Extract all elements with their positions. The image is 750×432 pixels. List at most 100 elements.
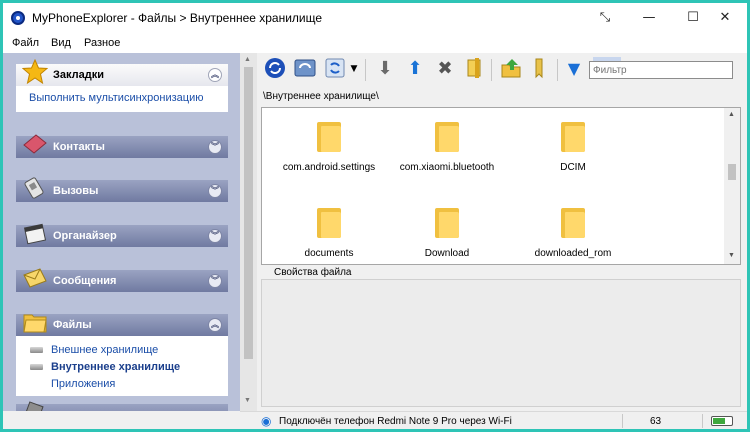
folder-icon (23, 314, 47, 333)
menu-file[interactable]: Файл (12, 37, 39, 49)
folder-item[interactable]: DCIM (508, 122, 638, 173)
sidebar-item-internal-storage[interactable]: Внутреннее хранилище (51, 361, 180, 373)
chevron-down-icon[interactable]: ︾ (208, 184, 222, 198)
filter-input[interactable] (589, 61, 733, 79)
folder-item[interactable]: documents (264, 208, 394, 259)
sidebar-header-label: Закладки (53, 69, 105, 81)
files-panel: Внешнее хранилище Внутреннее хранилище П… (16, 336, 228, 396)
minimize-button[interactable]: — (627, 3, 671, 33)
sidebar-header-label: Контакты (53, 141, 105, 153)
status-count: 63 (650, 416, 662, 427)
new-folder-icon (501, 59, 521, 78)
scroll-up-icon[interactable]: ▲ (244, 56, 251, 63)
rename-button[interactable] (463, 57, 487, 81)
folder-icon (561, 122, 585, 152)
connection-status: Подключён телефон Redmi Note 9 Pro через… (279, 416, 512, 427)
folder-icon (435, 122, 459, 152)
bookmarks-panel: Выполнить мультисинхронизацию (16, 86, 228, 112)
sidebar-header-files[interactable]: Файлы ︽ (16, 314, 228, 336)
resize-button[interactable]: ⤡ (583, 3, 627, 33)
window-title: MyPhoneExplorer - Файлы > Внутреннее хра… (32, 11, 323, 25)
sidebar-item-external-storage[interactable]: Внешнее хранилище (51, 344, 158, 356)
download-icon[interactable]: ⬇ (373, 57, 397, 81)
sidebar-header-label: Вызовы (53, 185, 99, 197)
envelope-icon (23, 268, 47, 288)
bookmark-icon (535, 58, 543, 79)
file-properties-panel (261, 279, 741, 407)
drive-icon (30, 364, 43, 370)
chevron-up-icon[interactable]: ︽ (208, 318, 222, 332)
menu-bar: Файл Вид Разное (3, 33, 747, 53)
battery-icon (711, 416, 733, 426)
chevron-down-icon[interactable]: ︾ (208, 140, 222, 154)
folder-name: com.xiaomi.bluetooth (399, 162, 495, 173)
breadcrumb: \Внутреннее хранилище\ (263, 91, 379, 102)
bookmark-button[interactable] (529, 57, 553, 81)
app-window: MyPhoneExplorer - Файлы > Внутреннее хра… (3, 3, 747, 429)
filter-icon[interactable]: ▼ (562, 57, 586, 81)
file-list[interactable]: com.android.settings com.xiaomi.bluetoot… (261, 107, 741, 265)
sidebar-header-bookmarks[interactable]: Закладки ︽ (16, 59, 228, 86)
menu-view[interactable]: Вид (51, 37, 71, 49)
sidebar-item-applications[interactable]: Приложения (51, 378, 115, 390)
folder-name: documents (304, 248, 354, 259)
upload-icon[interactable]: ⬆ (403, 57, 427, 81)
phone-calls-icon (24, 177, 44, 199)
dropdown-arrow-icon[interactable]: ▼ (348, 57, 360, 81)
multisync-link[interactable]: Выполнить мультисинхронизацию (29, 92, 204, 104)
folder-item[interactable]: Download (382, 208, 512, 259)
file-properties-label: Свойства файла (274, 267, 352, 278)
battery-level (713, 418, 725, 424)
status-divider (702, 414, 703, 428)
toolbar-separator (491, 59, 492, 81)
chevron-up-icon[interactable]: ︽ (208, 68, 222, 82)
status-bar: ◉ Подключён телефон Redmi Note 9 Pro чер… (240, 411, 747, 429)
folder-icon (435, 208, 459, 238)
drive-icon (30, 347, 43, 353)
file-list-scrollbar[interactable]: ▲ ▼ (724, 108, 740, 264)
folder-name: com.android.settings (282, 162, 376, 173)
sync-button[interactable] (263, 57, 287, 81)
folder-icon (317, 208, 341, 238)
toolbar-separator (557, 59, 558, 81)
toolbar: ▼ ⬇ ⬆ ✖ ▼ (259, 53, 747, 87)
close-button[interactable]: ✕ (703, 3, 747, 33)
title-bar: MyPhoneExplorer - Файлы > Внутреннее хра… (3, 3, 747, 33)
scroll-down-icon[interactable]: ▼ (728, 252, 735, 259)
sidebar-header-more[interactable] (16, 401, 228, 411)
folder-item[interactable]: com.xiaomi.bluetooth (382, 122, 512, 173)
scroll-thumb[interactable] (728, 164, 736, 180)
folder-item[interactable]: downloaded_rom (508, 208, 638, 259)
sidebar: Закладки ︽ Выполнить мультисинхронизацию… (3, 53, 240, 411)
sidebar-header-label: Файлы (53, 319, 92, 331)
sync-icon (265, 58, 285, 78)
folder-icon (317, 122, 341, 152)
chevron-down-icon[interactable]: ︾ (208, 274, 222, 288)
status-divider (622, 414, 623, 428)
refresh-icon (294, 59, 316, 77)
menu-misc[interactable]: Разное (84, 37, 120, 49)
sidebar-scrollbar[interactable]: ▲ ▼ (240, 53, 257, 411)
sidebar-header-label: Сообщения (53, 275, 117, 287)
app-logo-icon (11, 11, 25, 25)
scroll-down-icon[interactable]: ▼ (244, 397, 251, 404)
delete-icon[interactable]: ✖ (433, 57, 457, 81)
scroll-up-icon[interactable]: ▲ (728, 111, 735, 118)
sidebar-header-messages[interactable]: Сообщения ︾ (16, 268, 228, 292)
toolbar-separator (365, 59, 366, 81)
folder-icon (561, 208, 585, 238)
chevron-down-icon[interactable]: ︾ (208, 229, 222, 243)
reload-button[interactable] (323, 57, 347, 81)
sidebar-header-contacts[interactable]: Контакты ︾ (16, 134, 228, 158)
folder-item[interactable]: com.android.settings (264, 122, 394, 173)
folder-name: DCIM (560, 162, 586, 173)
sidebar-header-calls[interactable]: Вызовы ︾ (16, 177, 228, 202)
sidebar-header-organizer[interactable]: Органайзер ︾ (16, 223, 228, 247)
scroll-thumb[interactable] (244, 67, 253, 359)
refresh-button[interactable] (293, 57, 317, 81)
new-folder-button[interactable] (499, 57, 523, 81)
contacts-book-icon (23, 134, 47, 154)
star-icon (22, 59, 48, 85)
folder-name: downloaded_rom (534, 248, 612, 259)
tools-icon (24, 401, 44, 411)
